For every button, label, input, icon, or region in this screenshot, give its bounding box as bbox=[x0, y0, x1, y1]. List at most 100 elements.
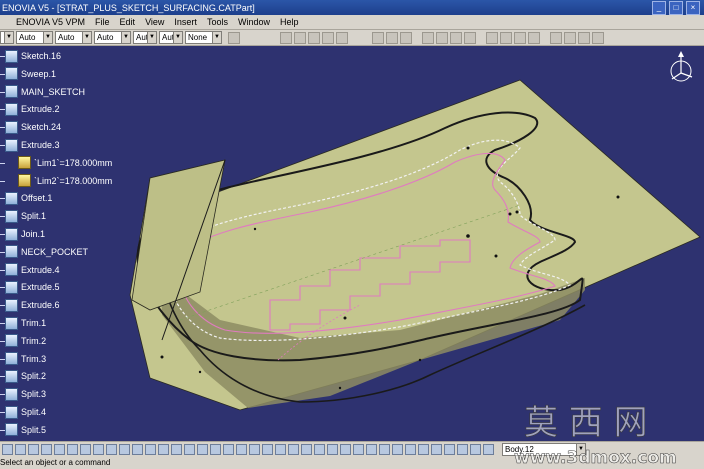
menu-enovia[interactable]: ENOVIA V5 VPM bbox=[0, 17, 90, 27]
tree-node[interactable]: Extrude.5 bbox=[5, 280, 60, 294]
tool-icon[interactable] bbox=[249, 444, 260, 455]
tree-node[interactable]: Extrude.6 bbox=[5, 298, 60, 312]
number-icon[interactable] bbox=[372, 31, 384, 44]
tool-icon[interactable] bbox=[483, 444, 494, 455]
tool-icon[interactable] bbox=[564, 31, 576, 44]
tool-icon[interactable] bbox=[275, 444, 286, 455]
tree-node[interactable]: Extrude.3 bbox=[5, 138, 60, 152]
hide-icon[interactable] bbox=[336, 31, 348, 44]
tool-icon[interactable] bbox=[67, 444, 78, 455]
tool-icon[interactable] bbox=[145, 444, 156, 455]
tool-icon[interactable] bbox=[422, 31, 434, 44]
tool-icon[interactable] bbox=[431, 444, 442, 455]
tool-icon[interactable] bbox=[592, 31, 604, 44]
tool-icon[interactable] bbox=[15, 444, 26, 455]
tool-icon[interactable] bbox=[41, 444, 52, 455]
tool-icon[interactable] bbox=[500, 31, 512, 44]
grid-icon[interactable] bbox=[322, 31, 334, 44]
tree-node[interactable]: Trim.1 bbox=[5, 316, 46, 330]
tool-icon[interactable] bbox=[514, 31, 526, 44]
tool-icon[interactable] bbox=[223, 444, 234, 455]
snap-icon[interactable] bbox=[308, 31, 320, 44]
tool-icon[interactable] bbox=[457, 444, 468, 455]
tool-icon[interactable] bbox=[340, 444, 351, 455]
tool-icon[interactable] bbox=[464, 31, 476, 44]
tool-icon[interactable] bbox=[366, 444, 377, 455]
tool-icon[interactable] bbox=[379, 444, 390, 455]
tool-icon[interactable] bbox=[236, 444, 247, 455]
painter-icon[interactable] bbox=[228, 31, 240, 44]
compass-icon[interactable] bbox=[664, 51, 698, 85]
tool-icon[interactable] bbox=[418, 444, 429, 455]
transparency-select[interactable]: Auto ▼ bbox=[16, 31, 53, 44]
tree-node[interactable]: Split.1 bbox=[5, 209, 46, 223]
tool-icon[interactable] bbox=[197, 444, 208, 455]
tool-icon[interactable] bbox=[314, 444, 325, 455]
menu-help[interactable]: Help bbox=[275, 17, 304, 27]
maximize-button[interactable]: □ bbox=[669, 1, 683, 15]
tool-icon[interactable] bbox=[2, 444, 13, 455]
menu-window[interactable]: Window bbox=[233, 17, 275, 27]
number-icon[interactable] bbox=[400, 31, 412, 44]
tool-icon[interactable] bbox=[158, 444, 169, 455]
line-type-select[interactable]: Auto ▼ bbox=[94, 31, 131, 44]
tool-icon[interactable] bbox=[132, 444, 143, 455]
tree-node[interactable]: Trim.3 bbox=[5, 352, 46, 366]
tool-icon[interactable] bbox=[80, 444, 91, 455]
tree-node[interactable]: Split.3 bbox=[5, 387, 46, 401]
tool-icon[interactable] bbox=[262, 444, 273, 455]
measure-icon[interactable] bbox=[294, 31, 306, 44]
color-select[interactable]: ▼ bbox=[0, 31, 14, 44]
tree-node[interactable]: MAIN_SKETCH bbox=[5, 85, 85, 99]
tool-icon[interactable] bbox=[106, 444, 117, 455]
tool-icon[interactable] bbox=[210, 444, 221, 455]
tool-icon[interactable] bbox=[119, 444, 130, 455]
tool-icon[interactable] bbox=[436, 31, 448, 44]
rendering-style-select[interactable]: Aut ▼ bbox=[159, 31, 183, 44]
tool-icon[interactable] bbox=[450, 31, 462, 44]
tool-icon[interactable] bbox=[528, 31, 540, 44]
tree-node[interactable]: Trim.2 bbox=[5, 334, 46, 348]
menu-file[interactable]: File bbox=[90, 17, 115, 27]
menu-view[interactable]: View bbox=[140, 17, 169, 27]
menu-edit[interactable]: Edit bbox=[115, 17, 141, 27]
tree-node[interactable]: Offset.1 bbox=[5, 191, 52, 205]
tool-icon[interactable] bbox=[28, 444, 39, 455]
tool-icon[interactable] bbox=[550, 31, 562, 44]
tool-icon[interactable] bbox=[93, 444, 104, 455]
menu-insert[interactable]: Insert bbox=[169, 17, 202, 27]
tool-icon[interactable] bbox=[392, 444, 403, 455]
tool-icon[interactable] bbox=[578, 31, 590, 44]
point-symbol-select[interactable]: Aut ▼ bbox=[133, 31, 157, 44]
tree-node[interactable]: Extrude.2 bbox=[5, 102, 60, 116]
minimize-button[interactable]: _ bbox=[652, 1, 666, 15]
tree-node[interactable]: Split.5 bbox=[5, 423, 46, 437]
tool-icon[interactable] bbox=[405, 444, 416, 455]
tool-icon[interactable] bbox=[470, 444, 481, 455]
zoom-icon[interactable] bbox=[280, 31, 292, 44]
tree-node[interactable]: Split.4 bbox=[5, 405, 46, 419]
tree-node[interactable]: `Lim1`=178.000mm bbox=[18, 156, 112, 170]
tool-icon[interactable] bbox=[353, 444, 364, 455]
number-icon[interactable] bbox=[386, 31, 398, 44]
tree-node[interactable]: Sketch.24 bbox=[5, 120, 61, 134]
tree-node[interactable]: NECK_POCKET bbox=[5, 245, 88, 259]
tool-icon[interactable] bbox=[486, 31, 498, 44]
tool-icon[interactable] bbox=[327, 444, 338, 455]
tool-icon[interactable] bbox=[288, 444, 299, 455]
menu-tools[interactable]: Tools bbox=[202, 17, 233, 27]
tree-node[interactable]: `Lim2`=178.000mm bbox=[18, 174, 112, 188]
tree-node[interactable]: Extrude.4 bbox=[5, 263, 60, 277]
tree-node[interactable]: Join.1 bbox=[5, 227, 45, 241]
layer-select[interactable]: None ▼ bbox=[185, 31, 222, 44]
close-button[interactable]: × bbox=[686, 1, 700, 15]
tool-icon[interactable] bbox=[184, 444, 195, 455]
tree-node[interactable]: Sketch.16 bbox=[5, 49, 61, 63]
tool-icon[interactable] bbox=[171, 444, 182, 455]
tree-node[interactable]: Split.2 bbox=[5, 369, 46, 383]
tool-icon[interactable] bbox=[54, 444, 65, 455]
line-thickness-select[interactable]: Auto ▼ bbox=[55, 31, 92, 44]
tool-icon[interactable] bbox=[444, 444, 455, 455]
tree-node[interactable]: Sweep.1 bbox=[5, 67, 56, 81]
tool-icon[interactable] bbox=[301, 444, 312, 455]
